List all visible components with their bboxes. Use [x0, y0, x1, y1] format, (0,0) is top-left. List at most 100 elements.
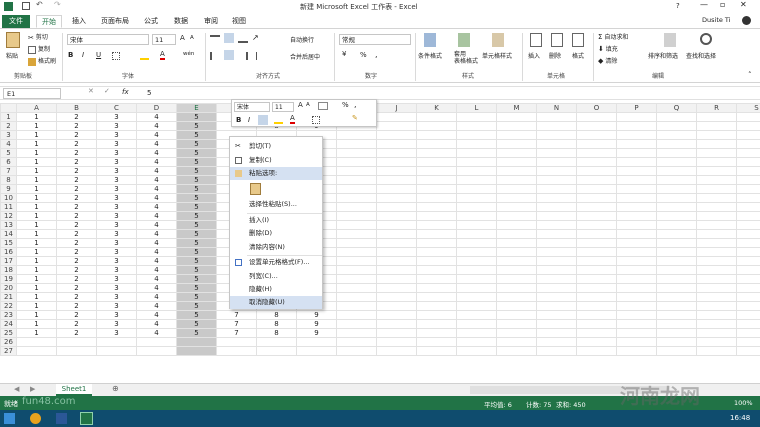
- cell[interactable]: 8: [256, 310, 297, 320]
- cell[interactable]: [296, 337, 337, 347]
- cell[interactable]: [416, 292, 457, 302]
- cell[interactable]: [416, 301, 457, 311]
- delete-cells-icon[interactable]: [551, 33, 563, 47]
- cell[interactable]: 5: [176, 202, 217, 212]
- table-format-button[interactable]: 套用 表格格式: [454, 51, 478, 65]
- cell[interactable]: [736, 148, 760, 158]
- menu-item-clear-contents[interactable]: 清除内容(N): [230, 241, 322, 254]
- cell[interactable]: 3: [96, 310, 137, 320]
- cell[interactable]: [336, 319, 377, 329]
- cell[interactable]: [616, 157, 657, 167]
- cell[interactable]: [16, 346, 57, 356]
- cell[interactable]: 3: [96, 175, 137, 185]
- menu-item-cut[interactable]: ✂ 剪切(T): [230, 140, 322, 153]
- sort-filter-button[interactable]: 排序和筛选: [648, 51, 678, 60]
- cell[interactable]: [696, 256, 737, 266]
- cell[interactable]: 1: [16, 265, 57, 275]
- cell[interactable]: 1: [16, 139, 57, 149]
- menu-item-column-width[interactable]: 列宽(C)...: [230, 270, 322, 283]
- cell[interactable]: 2: [56, 175, 97, 185]
- column-header[interactable]: M: [496, 103, 537, 113]
- row-header[interactable]: 23: [0, 310, 17, 320]
- cell[interactable]: [416, 166, 457, 176]
- format-cells-icon[interactable]: [572, 33, 584, 47]
- cell[interactable]: 5: [176, 211, 217, 221]
- cell[interactable]: [336, 256, 377, 266]
- cell[interactable]: [576, 283, 617, 293]
- cell[interactable]: [336, 274, 377, 284]
- cell[interactable]: 1: [16, 256, 57, 266]
- align-left-icon[interactable]: [210, 52, 220, 60]
- cell[interactable]: [496, 148, 537, 158]
- cell[interactable]: [656, 220, 697, 230]
- cell[interactable]: [696, 130, 737, 140]
- cell[interactable]: [576, 211, 617, 221]
- cell[interactable]: [536, 346, 577, 356]
- cell[interactable]: [696, 175, 737, 185]
- row-header[interactable]: 11: [0, 202, 17, 212]
- row-header[interactable]: 10: [0, 193, 17, 203]
- cell[interactable]: [336, 346, 377, 356]
- cell[interactable]: [496, 346, 537, 356]
- table-format-icon[interactable]: [458, 33, 470, 47]
- restore-button[interactable]: ▫: [720, 0, 725, 9]
- column-header[interactable]: R: [696, 103, 737, 113]
- cell[interactable]: 3: [96, 220, 137, 230]
- cell[interactable]: [736, 139, 760, 149]
- cell[interactable]: [656, 328, 697, 338]
- grow-font-button[interactable]: A: [180, 34, 185, 42]
- cell[interactable]: [376, 310, 417, 320]
- cell[interactable]: 3: [96, 328, 137, 338]
- cell[interactable]: 1: [16, 193, 57, 203]
- menu-item-delete[interactable]: 删除(D): [230, 227, 322, 240]
- cell[interactable]: 4: [136, 319, 177, 329]
- cell[interactable]: 1: [16, 229, 57, 239]
- cell[interactable]: 1: [16, 328, 57, 338]
- cell[interactable]: 5: [176, 193, 217, 203]
- cell[interactable]: [496, 112, 537, 122]
- cell[interactable]: [456, 346, 497, 356]
- cell[interactable]: 4: [136, 220, 177, 230]
- borders-icon[interactable]: [112, 52, 120, 60]
- cell[interactable]: [456, 319, 497, 329]
- cell[interactable]: 4: [136, 121, 177, 131]
- cell[interactable]: [616, 193, 657, 203]
- cell[interactable]: 3: [96, 166, 137, 176]
- cell[interactable]: [456, 184, 497, 194]
- cell[interactable]: [616, 148, 657, 158]
- cell[interactable]: 7: [216, 319, 257, 329]
- mini-shrink-font-icon[interactable]: A: [306, 102, 310, 108]
- cell[interactable]: 2: [56, 130, 97, 140]
- cell[interactable]: 5: [176, 292, 217, 302]
- cell[interactable]: [576, 337, 617, 347]
- cell[interactable]: [336, 130, 377, 140]
- cell[interactable]: 5: [176, 184, 217, 194]
- formula-input[interactable]: 5: [144, 88, 754, 99]
- cell[interactable]: [736, 202, 760, 212]
- cell[interactable]: [456, 283, 497, 293]
- cell[interactable]: [576, 319, 617, 329]
- cell[interactable]: [656, 265, 697, 275]
- cell[interactable]: 2: [56, 238, 97, 248]
- tab-file[interactable]: 文件: [2, 15, 30, 28]
- fill-button[interactable]: ⬇ 填充: [598, 44, 618, 53]
- cell[interactable]: [456, 112, 497, 122]
- cell[interactable]: 2: [56, 220, 97, 230]
- cell[interactable]: [696, 193, 737, 203]
- column-header[interactable]: B: [56, 103, 97, 113]
- row-header[interactable]: 18: [0, 265, 17, 275]
- row-header[interactable]: 27: [0, 346, 17, 356]
- cell[interactable]: [416, 220, 457, 230]
- column-header[interactable]: O: [576, 103, 617, 113]
- row-header[interactable]: 4: [0, 139, 17, 149]
- cell[interactable]: 3: [96, 130, 137, 140]
- cell[interactable]: [336, 166, 377, 176]
- cell[interactable]: [456, 265, 497, 275]
- cell[interactable]: 3: [96, 139, 137, 149]
- cell[interactable]: [336, 193, 377, 203]
- cell[interactable]: 3: [96, 148, 137, 158]
- cell[interactable]: [336, 337, 377, 347]
- cell[interactable]: 4: [136, 274, 177, 284]
- cell[interactable]: 5: [176, 148, 217, 158]
- cell[interactable]: [216, 337, 257, 347]
